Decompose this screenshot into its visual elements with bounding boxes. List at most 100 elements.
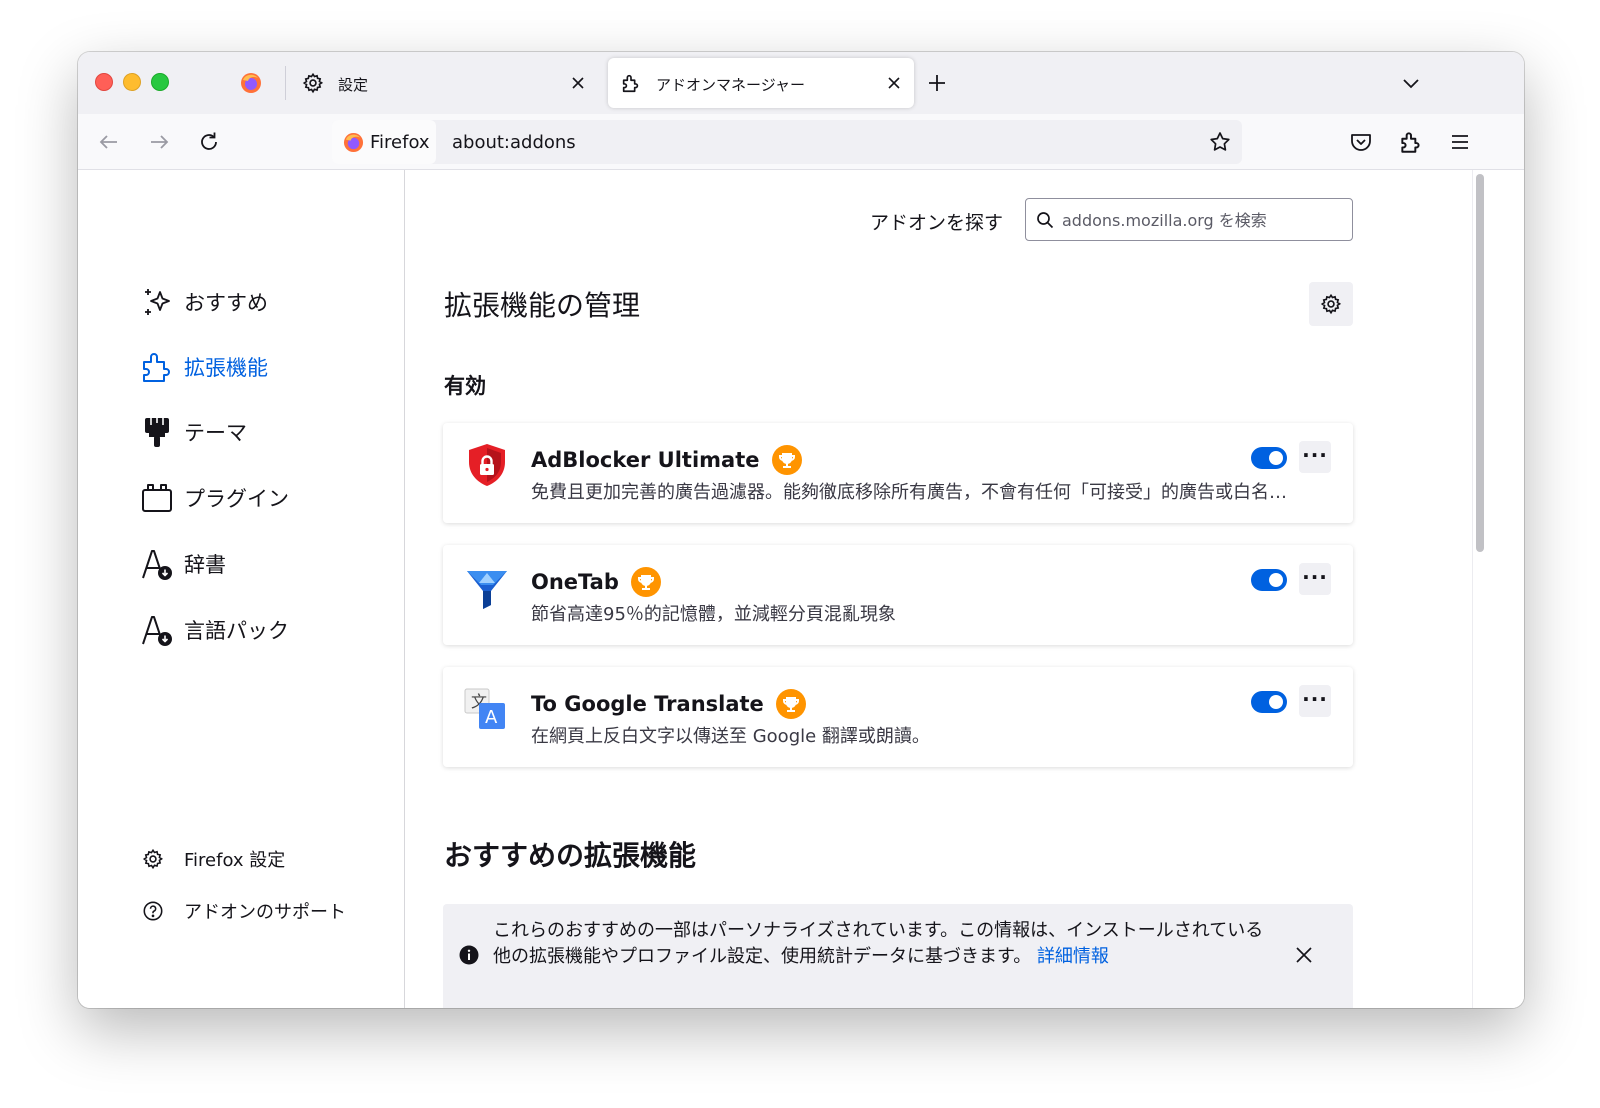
- close-tab-icon[interactable]: [884, 73, 904, 93]
- firefox-logo-icon: [343, 132, 364, 153]
- extension-name[interactable]: To Google Translate: [531, 689, 806, 719]
- extension-card-to-google-translate[interactable]: 文 A To Google Translate 在網頁上反白文字以傳送至 Goo…: [443, 667, 1353, 767]
- navigation-toolbar: Firefox about:addons: [78, 114, 1524, 170]
- extension-description: 節省高達95％的記憶體，並減輕分頁混亂現象: [531, 604, 896, 625]
- minimize-window-button[interactable]: [123, 73, 141, 91]
- url-text[interactable]: about:addons: [452, 132, 576, 153]
- recommended-badge: [771, 445, 802, 475]
- hamburger-menu-icon[interactable]: [1447, 129, 1473, 155]
- learn-more-link[interactable]: 詳細情報: [1037, 946, 1109, 967]
- sidebar-item-language-packs[interactable]: 言語パック: [140, 610, 289, 650]
- sidebar-item-label: 辞書: [184, 553, 226, 577]
- forward-arrow-icon[interactable]: [146, 129, 172, 155]
- sidebar-item-label: テーマ: [184, 421, 247, 445]
- trophy-icon: [637, 575, 654, 590]
- trophy-icon: [782, 697, 799, 712]
- help-icon: [143, 901, 163, 921]
- svg-text:A: A: [485, 707, 498, 728]
- sidebar-item-label: プラグイン: [184, 487, 289, 511]
- extension-name-text: To Google Translate: [531, 692, 764, 716]
- scrollbar-thumb[interactable]: [1476, 174, 1484, 552]
- tab-separator: [285, 66, 286, 100]
- addons-tools-button[interactable]: [1309, 282, 1353, 326]
- sidebar-item-plugins[interactable]: プラグイン: [140, 478, 289, 518]
- search-input-box[interactable]: [1025, 198, 1353, 241]
- puzzle-icon: [143, 353, 170, 382]
- sidebar-item-extensions[interactable]: 拡張機能: [140, 347, 268, 387]
- back-arrow-icon[interactable]: [96, 129, 122, 155]
- extension-description: 在網頁上反白文字以傳送至 Google 翻譯或朗讀。: [531, 726, 930, 747]
- tab-strip: 設定 アドオンマネージャー: [78, 52, 1524, 114]
- more-options-button[interactable]: ···: [1299, 563, 1331, 595]
- page-scrollbar[interactable]: [1472, 170, 1524, 1008]
- categories-sidebar: おすすめ 拡張機能 テーマ プラグイン 辞書 言語パック Firefox 設定 …: [78, 170, 405, 1008]
- recommended-badge: [630, 567, 661, 597]
- extension-name-text: OneTab: [531, 570, 619, 594]
- more-options-button[interactable]: ···: [1299, 685, 1331, 717]
- url-bar[interactable]: Firefox about:addons: [332, 120, 1242, 164]
- close-window-button[interactable]: [95, 73, 113, 91]
- more-options-button[interactable]: ···: [1299, 441, 1331, 473]
- sparkle-icon: [145, 289, 170, 315]
- tab-settings[interactable]: 設定: [290, 58, 598, 108]
- gear-icon: [142, 848, 164, 870]
- puzzle-icon: [622, 74, 639, 93]
- addons-support-link[interactable]: アドオンのサポート: [142, 898, 346, 924]
- shield-lock-icon: [469, 444, 505, 486]
- chevron-down-icon[interactable]: [1400, 72, 1422, 94]
- close-tab-icon[interactable]: [568, 73, 588, 93]
- firefox-settings-link[interactable]: Firefox 設定: [142, 846, 285, 872]
- tab-label: アドオンマネージャー: [656, 76, 805, 94]
- language-pack-icon: [142, 616, 172, 646]
- pocket-icon[interactable]: [1348, 129, 1374, 155]
- extension-enable-toggle[interactable]: [1251, 569, 1287, 591]
- gear-icon: [302, 72, 324, 94]
- new-tab-icon[interactable]: [926, 72, 948, 94]
- extension-name-text: AdBlocker Ultimate: [531, 448, 760, 472]
- page-title: 拡張機能の管理: [444, 289, 641, 322]
- extension-description: 免費且更加完善的廣告過濾器。能夠徹底移除所有廣告，不會有任何「可接受」的廣告或白…: [531, 482, 1301, 503]
- gear-icon: [1320, 293, 1342, 315]
- trophy-icon: [778, 453, 795, 468]
- identity-label: Firefox: [370, 132, 430, 153]
- extension-card-adblocker-ultimate[interactable]: AdBlocker Ultimate 免費且更加完善的廣告過濾器。能夠徹底移除所…: [443, 423, 1353, 523]
- search-icon: [1037, 212, 1054, 229]
- identity-box[interactable]: Firefox: [332, 120, 436, 164]
- footer-link-label: Firefox 設定: [184, 850, 286, 871]
- firefox-view-icon[interactable]: [240, 72, 262, 94]
- sidebar-item-recommendations[interactable]: おすすめ: [140, 282, 268, 322]
- sidebar-item-label: 拡張機能: [184, 356, 268, 380]
- search-label: アドオンを探す: [870, 212, 1004, 234]
- extension-name[interactable]: AdBlocker Ultimate: [531, 445, 802, 475]
- close-icon[interactable]: [1293, 944, 1315, 966]
- personalization-message-bar: これらのおすすめの一部はパーソナライズされています。この情報は、インストールされ…: [443, 904, 1353, 1008]
- sidebar-item-label: 言語パック: [184, 619, 289, 643]
- footer-link-label: アドオンのサポート: [184, 902, 346, 923]
- paintbrush-icon: [145, 418, 169, 447]
- recommended-section-heading: おすすめの拡張機能: [444, 839, 697, 872]
- addons-page: おすすめ 拡張機能 テーマ プラグイン 辞書 言語パック Firefox 設定 …: [78, 170, 1524, 1008]
- main-panel: アドオンを探す 拡張機能の管理 有効: [405, 170, 1472, 1008]
- reload-icon[interactable]: [196, 129, 222, 155]
- extension-enable-toggle[interactable]: [1251, 447, 1287, 469]
- enabled-section-heading: 有効: [444, 374, 486, 398]
- recommended-badge: [775, 689, 806, 719]
- zoom-window-button[interactable]: [151, 73, 169, 91]
- sidebar-item-themes[interactable]: テーマ: [140, 412, 247, 452]
- sidebar-item-dictionaries[interactable]: 辞書: [140, 544, 226, 584]
- funnel-icon: [467, 571, 507, 609]
- tab-label: 設定: [338, 76, 369, 94]
- extensions-puzzle-icon[interactable]: [1398, 129, 1424, 155]
- bookmark-star-icon[interactable]: [1208, 130, 1232, 154]
- plugin-icon: [142, 484, 172, 512]
- browser-window: 設定 アドオンマネージャー Firefox about:addons おすすめ …: [78, 52, 1524, 1008]
- message-text: これらのおすすめの一部はパーソナライズされています。この情報は、インストールされ…: [493, 920, 1264, 967]
- translate-icon: 文 A: [464, 688, 505, 729]
- extension-card-onetab[interactable]: OneTab 節省高達95％的記憶體，並減輕分頁混亂現象 ···: [443, 545, 1353, 645]
- search-input[interactable]: [1062, 207, 1342, 233]
- tab-addons-manager[interactable]: アドオンマネージャー: [608, 58, 914, 108]
- extension-name[interactable]: OneTab: [531, 567, 661, 597]
- message-text-block: これらのおすすめの一部はパーソナライズされています。この情報は、インストールされ…: [493, 918, 1273, 970]
- sidebar-item-label: おすすめ: [184, 291, 268, 315]
- extension-enable-toggle[interactable]: [1251, 691, 1287, 713]
